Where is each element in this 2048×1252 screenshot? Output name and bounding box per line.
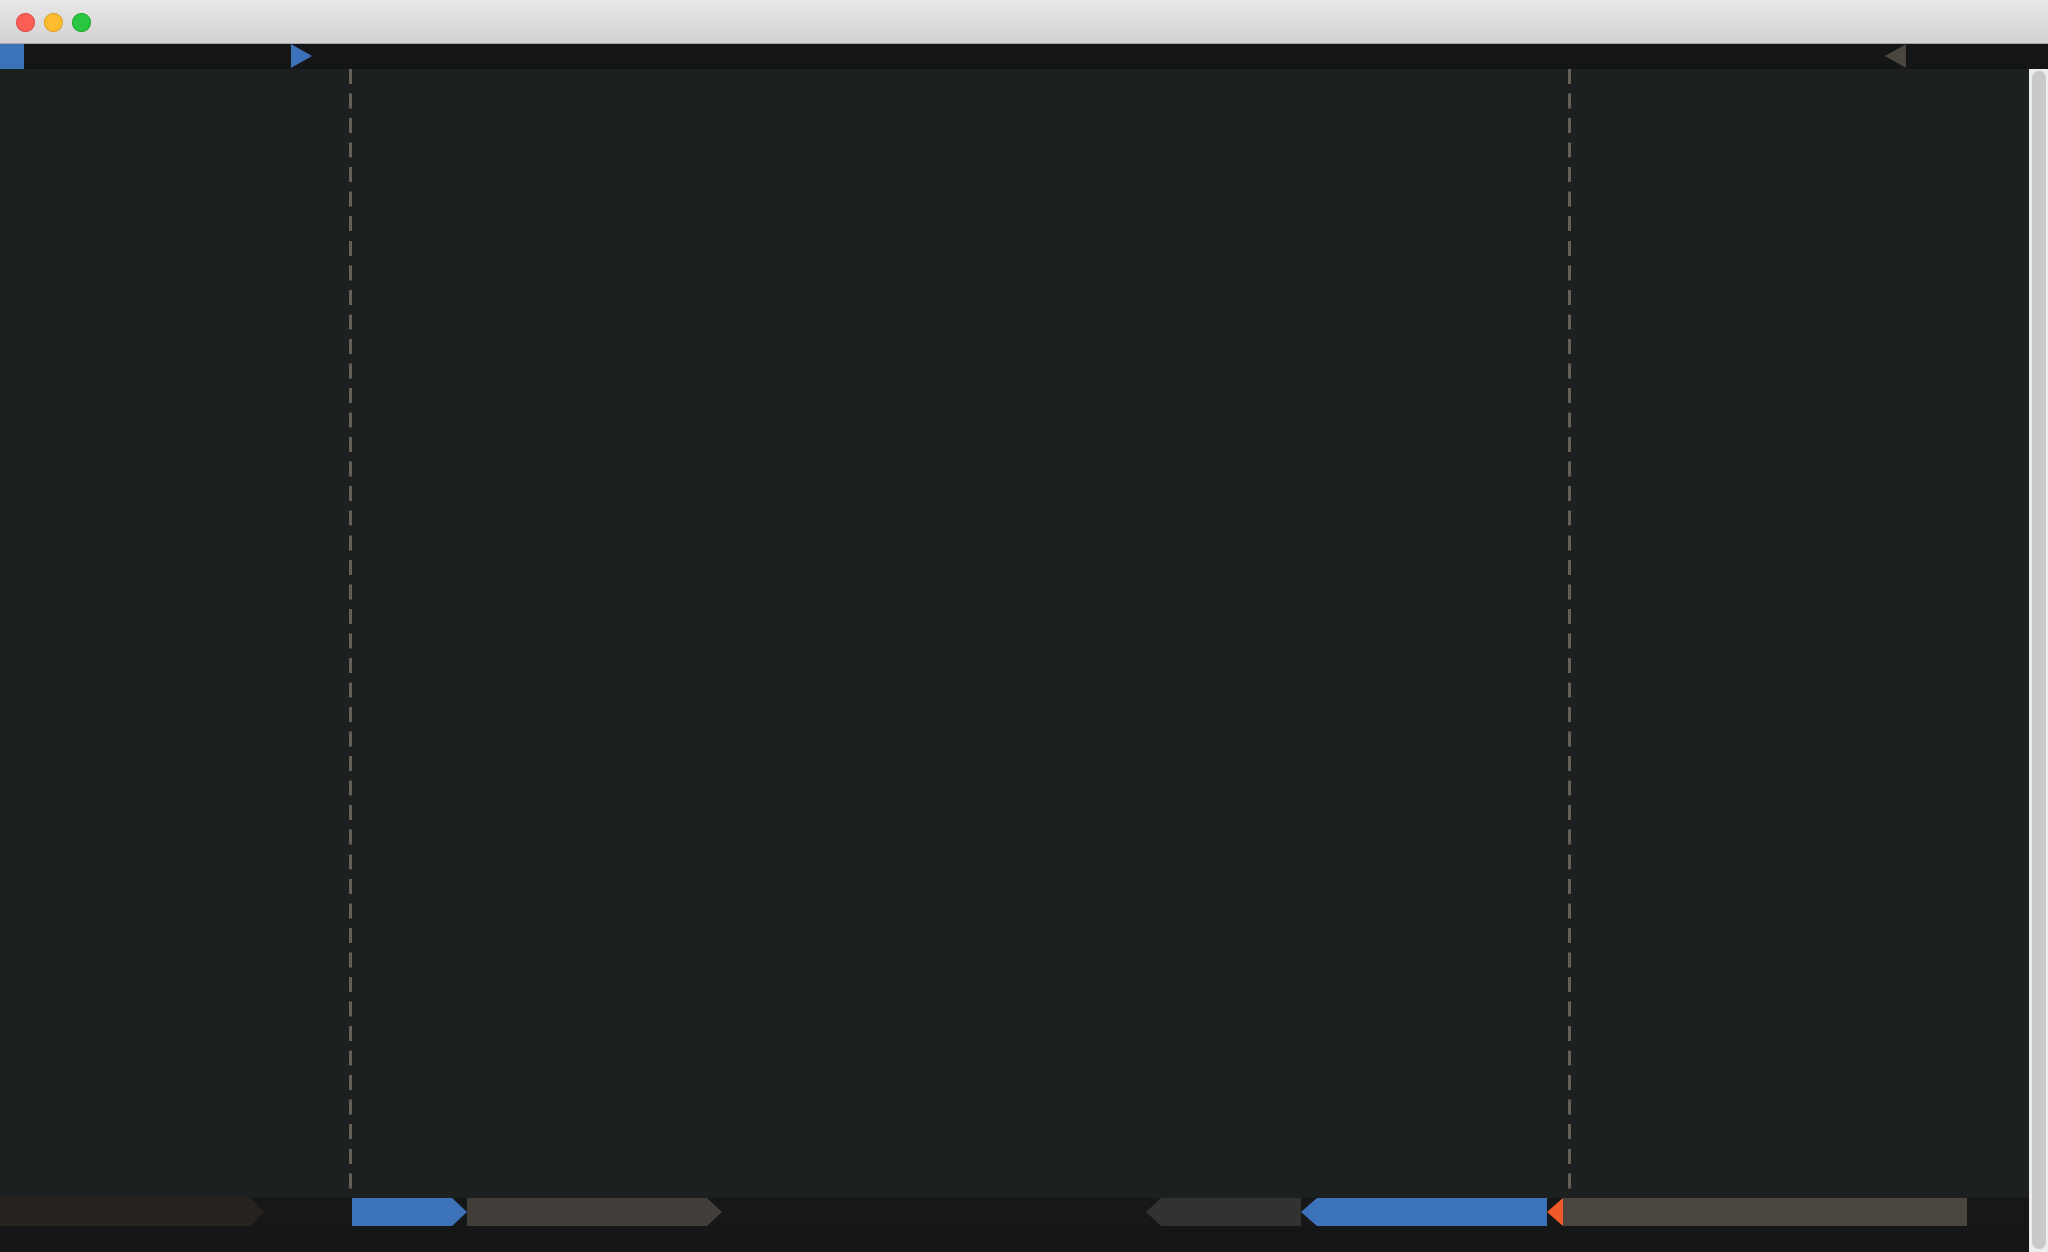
vim-tabline (0, 44, 2048, 69)
scrollbar-thumb[interactable] (2032, 71, 2046, 1249)
powerline-arrow-icon (1301, 1198, 1317, 1226)
window-separator (1568, 69, 1571, 1198)
tab-arrow-icon (291, 44, 312, 68)
statusline-cwd (0, 1198, 250, 1226)
code-editor (353, 69, 1568, 1198)
powerline-arrow-orange-icon (1547, 1198, 1563, 1226)
terminal-window (0, 0, 2048, 1252)
buffers-arrow-icon (1885, 44, 1906, 68)
powerline-arrow-icon (250, 1198, 265, 1226)
statusline-encoding (1161, 1198, 1301, 1226)
tagbar-statusline (1563, 1198, 1967, 1226)
window-separator (349, 69, 352, 1198)
powerline-arrow-icon (707, 1198, 722, 1226)
statusline (0, 1198, 2048, 1226)
window-title (0, 0, 2048, 44)
command-line (0, 1226, 2048, 1252)
mode-indicator (352, 1198, 452, 1226)
nerdtree-panel (0, 69, 349, 1198)
macos-titlebar (0, 0, 2048, 44)
tab-train-retr-from-cls[interactable] (0, 44, 24, 69)
statusline-position (1317, 1198, 1547, 1226)
git-segment (467, 1198, 707, 1226)
tagbar-panel (1572, 69, 2029, 1198)
powerline-arrow-icon (452, 1198, 467, 1226)
powerline-arrow-icon (1146, 1198, 1161, 1226)
scrollbar-track (2029, 69, 2048, 1252)
